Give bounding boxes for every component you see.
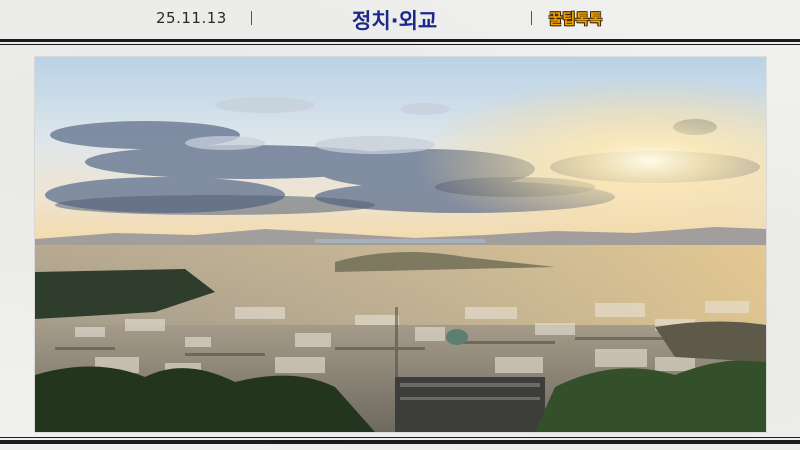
- header-bar: 25.11.13 정치·외교 꿀팁톡톡: [0, 0, 800, 38]
- header-divider: [531, 11, 532, 25]
- bottom-rule: [0, 440, 800, 444]
- bottom-rule-thin: [0, 437, 800, 438]
- top-rule: [0, 39, 800, 42]
- city-landscape-image: [35, 57, 766, 432]
- section-title: 정치·외교: [352, 9, 438, 33]
- issue-date: 25.11.13: [156, 9, 227, 27]
- header-divider: [251, 11, 252, 25]
- top-rule-thin: [0, 44, 800, 45]
- tips-badge: 꿀팁톡톡: [549, 12, 603, 28]
